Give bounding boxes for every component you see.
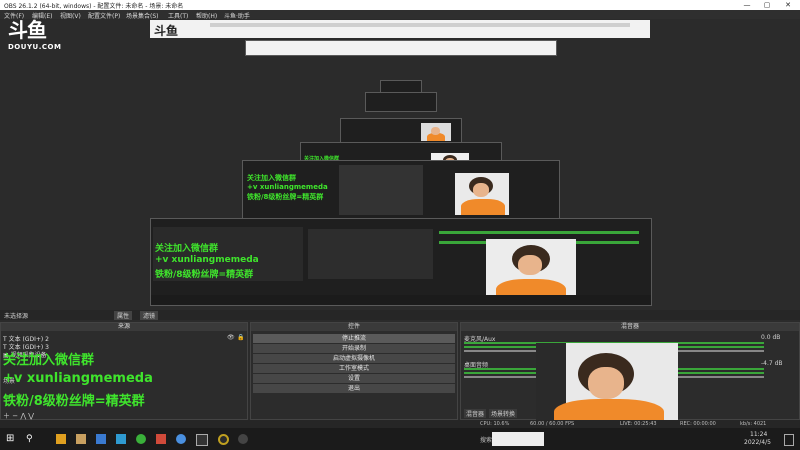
nested-webcam-l7 bbox=[455, 173, 509, 215]
nested-window-l8: 关注加入微信群 +v xunliangmemeda 铁粉/8级粉丝牌=精英群 bbox=[150, 218, 652, 306]
settings-button[interactable]: 设置 bbox=[253, 374, 455, 383]
app-icon-5[interactable] bbox=[136, 434, 146, 444]
app-icon-9[interactable] bbox=[218, 434, 229, 445]
douyu-watermark: 斗鱼 DOUYU.COM bbox=[8, 14, 61, 51]
status-fps: 60.00 / 60.00 FPS bbox=[530, 421, 575, 427]
sources-panel: 来源 T 文本 (GDI+) 2 T 文本 (GDI+) 3 ▣ 视频采集设备 … bbox=[0, 322, 248, 420]
app-icon-1[interactable] bbox=[56, 434, 66, 444]
nested-window-l5 bbox=[340, 118, 462, 145]
app-icon-8[interactable] bbox=[196, 434, 208, 446]
taskbar-search-box[interactable] bbox=[492, 432, 544, 446]
preview-toolbar: 未选择源 属性 滤镜 bbox=[0, 310, 800, 320]
menu-tools[interactable]: 工具(T) bbox=[168, 11, 188, 20]
studio-mode-button[interactable]: 工作室模式 bbox=[253, 364, 455, 373]
overlay-text-line2: +v xunliangmemeda bbox=[3, 371, 153, 386]
status-live: LIVE: 00:25:43 bbox=[620, 421, 657, 427]
properties-button[interactable]: 属性 bbox=[114, 311, 133, 320]
clock-date: 2022/4/5 bbox=[744, 439, 771, 446]
overlay-text-line3: 铁粉/8级粉丝牌=精英群 bbox=[3, 394, 145, 409]
chrome-icon[interactable] bbox=[176, 434, 186, 444]
preview-canvas[interactable]: 斗鱼 关注加入微信群 +v xunliangmemeda 关注加入微信群 +v … bbox=[150, 20, 652, 306]
no-source-label: 未选择源 bbox=[4, 313, 29, 320]
stop-streaming-button[interactable]: 停止推流 bbox=[253, 334, 455, 343]
window-titlebar: OBS 26.1.2 (64-bit, windows) - 配置文件: 未命名… bbox=[0, 0, 800, 10]
mic-track-db: 0.0 dB bbox=[761, 334, 781, 341]
menu-scene-collection[interactable]: 场景集合(S) bbox=[126, 11, 159, 20]
overlay-text-line1: 关注加入微信群 bbox=[3, 353, 95, 368]
menu-view[interactable]: 视图(V) bbox=[60, 11, 81, 20]
tab-transitions[interactable]: 场景转换 bbox=[489, 409, 518, 418]
nested-window-l2 bbox=[245, 40, 557, 56]
visibility-eye-icon[interactable]: 👁 bbox=[227, 334, 235, 341]
taskbar-search-label: 搜索 bbox=[480, 437, 493, 444]
status-bar: CPU: 10.6% 60.00 / 60.00 FPS LIVE: 00:25… bbox=[0, 420, 800, 428]
webcam-feed bbox=[536, 343, 678, 428]
virtual-camera-button[interactable]: 启动虚拟摄像机 bbox=[253, 354, 455, 363]
minimize-button[interactable]: — bbox=[740, 0, 754, 10]
window-title: OBS 26.1.2 (64-bit, windows) - 配置文件: 未命名… bbox=[4, 3, 184, 10]
mixer-header: 混音器 bbox=[461, 323, 799, 331]
nested-window-l4 bbox=[365, 92, 437, 112]
desktop-audio-db: -4.7 dB bbox=[761, 360, 783, 367]
obs-icon[interactable] bbox=[238, 434, 248, 444]
app-icon-4[interactable] bbox=[116, 434, 126, 444]
taskbar: ⊞ ⚲ 搜索 11:24 2022/4/5 bbox=[0, 428, 800, 450]
nested-webcam-l5 bbox=[421, 123, 451, 141]
nested-window-l1: 斗鱼 bbox=[150, 20, 650, 38]
clock-time: 11:24 bbox=[750, 431, 768, 438]
status-cpu: CPU: 10.6% bbox=[480, 421, 510, 427]
nested-menubar bbox=[210, 23, 630, 27]
menu-profile[interactable]: 配置文件(P) bbox=[88, 11, 120, 20]
file-explorer-icon[interactable] bbox=[76, 434, 86, 444]
app-icon-3[interactable] bbox=[96, 434, 106, 444]
menu-bar: 文件(F) 编辑(E) 视图(V) 配置文件(P) 场景集合(S) 工具(T) … bbox=[0, 10, 800, 20]
status-rec: REC: 00:00:00 bbox=[680, 421, 716, 427]
menu-douyu[interactable]: 斗鱼·助手 bbox=[224, 11, 250, 20]
menu-help[interactable]: 帮助(H) bbox=[196, 11, 217, 20]
app-icon-6[interactable] bbox=[156, 434, 166, 444]
start-recording-button[interactable]: 开始录制 bbox=[253, 344, 455, 353]
notification-icon[interactable] bbox=[784, 434, 794, 446]
lock-icon[interactable]: 🔒 bbox=[237, 334, 244, 341]
nested-webcam-l8 bbox=[486, 239, 576, 303]
tab-mixer[interactable]: 混音器 bbox=[464, 409, 487, 418]
douyu-domain: DOUYU.COM bbox=[8, 43, 62, 51]
search-icon[interactable]: ⚲ bbox=[26, 434, 36, 444]
filters-button[interactable]: 滤镜 bbox=[140, 311, 159, 320]
controls-panel: 控件 停止推流 开始录制 启动虚拟摄像机 工作室模式 设置 退出 bbox=[250, 322, 458, 420]
controls-header: 控件 bbox=[251, 323, 457, 331]
status-kbps: kb/s: 4021 bbox=[740, 421, 767, 427]
douyu-logo: 斗鱼 bbox=[8, 18, 47, 42]
source-item[interactable]: T 文本 (GDI+) 2 bbox=[3, 334, 49, 343]
nested-douyu-logo: 斗鱼 bbox=[154, 24, 179, 38]
close-button[interactable]: ✕ bbox=[781, 0, 795, 10]
maximize-button[interactable]: ▢ bbox=[760, 0, 774, 10]
sources-header: 来源 bbox=[1, 323, 247, 331]
windows-start-icon[interactable]: ⊞ bbox=[6, 434, 16, 444]
exit-button[interactable]: 退出 bbox=[253, 384, 455, 393]
source-item[interactable]: T 文本 (GDI+) 3 bbox=[3, 342, 49, 351]
